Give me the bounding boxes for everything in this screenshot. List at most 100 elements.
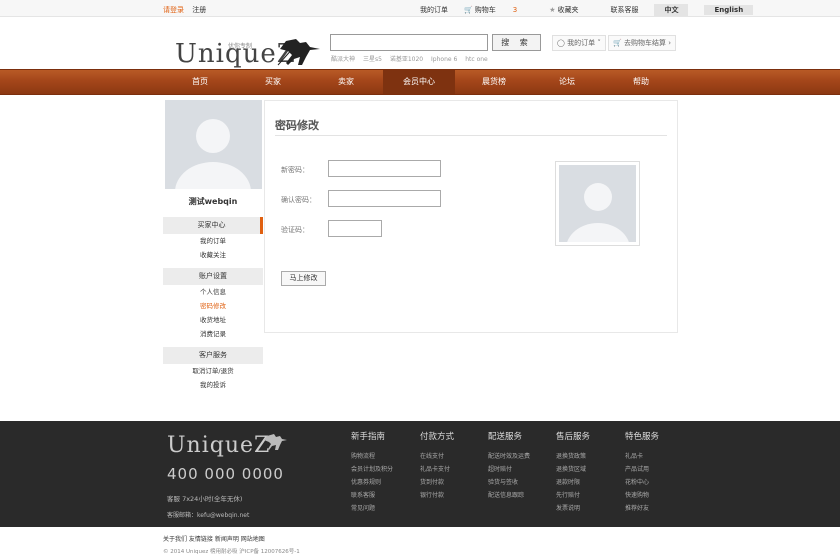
copyright: © 2014 Uniquez 榜用耐必吸 沪ICP备 12007626号-1 — [163, 549, 300, 555]
title-divider — [275, 135, 667, 136]
search-input[interactable] — [330, 34, 488, 51]
sidebar-section-buyer[interactable]: 买家中心 — [163, 217, 263, 234]
bottom-links[interactable]: 关于我们 友情链接 新闻声明 网站地图 — [163, 534, 265, 543]
captcha-label: 验证码： — [281, 226, 309, 234]
sidebar-item-password[interactable]: 密码修改 — [163, 299, 263, 313]
footer-link[interactable]: 超时赔付 — [488, 463, 530, 476]
footer-column-title: 付款方式 — [420, 432, 455, 442]
zorro-figure-icon — [264, 434, 287, 450]
captcha-input[interactable] — [328, 220, 382, 237]
lang-chinese[interactable]: 中文 — [654, 4, 689, 16]
new-password-input[interactable] — [328, 160, 441, 177]
nav-forum[interactable]: 论坛 — [542, 70, 592, 94]
service-phone: 400 000 0000 — [167, 465, 284, 483]
footer-link[interactable]: 货到付款 — [420, 476, 454, 489]
top-favorites-link[interactable]: ★ 收藏夹 — [549, 5, 594, 15]
sidebar-item-my-orders[interactable]: 我的订单 — [163, 234, 263, 248]
top-bar: 请登录 注册 我的订单 🛒 购物车 3 ★ 收藏夹 联系客服 中文 English — [0, 0, 840, 17]
hotword[interactable]: 诺基亚1020 — [390, 56, 423, 63]
footer-link[interactable]: 配送时效及运费 — [488, 450, 530, 463]
footer: UniqueZ 400 000 0000 客服 7x24小时(全年无休) 客服邮… — [0, 421, 840, 527]
footer-column-payment: 付款方式 在线支付 礼品卡支付 货到付款 银行付款 — [420, 430, 454, 502]
logo-tagline: 优你专制 — [228, 43, 253, 50]
confirm-password-input[interactable] — [328, 190, 441, 207]
sidebar-item-spending[interactable]: 消费记录 — [163, 327, 263, 341]
star-icon: ★ — [549, 6, 556, 14]
submit-button[interactable]: 马上修改 — [281, 271, 326, 286]
cart-count: 3 — [512, 6, 518, 14]
footer-column-guide: 新手指南 购物流程 会员计划及积分 优惠券规则 联系客服 常见问题 — [351, 430, 393, 515]
my-order-button[interactable]: ◯ 我的订单 ˅ — [552, 35, 606, 51]
cart-checkout-button[interactable]: 🛒 去购物车结算 › — [608, 35, 676, 51]
service-email: 客服邮箱：kefu@webqin.net — [167, 512, 250, 519]
lang-english[interactable]: English — [704, 5, 754, 15]
sidebar-item-cancel-return[interactable]: 取消订单/退货 — [163, 364, 263, 378]
hotword[interactable]: 三星s5 — [363, 56, 382, 63]
footer-link[interactable]: 常见问题 — [351, 502, 393, 515]
footer-link[interactable]: 银行付款 — [420, 489, 454, 502]
avatar — [165, 100, 262, 189]
nav-home[interactable]: 首页 — [175, 70, 225, 94]
footer-link[interactable]: 发票说明 — [556, 502, 590, 515]
sidebar-section-service[interactable]: 客户服务 — [163, 347, 263, 364]
top-favorites-label: 收藏夹 — [557, 6, 579, 14]
footer-link[interactable]: 退换货区域 — [556, 463, 590, 476]
my-order-label: 我的订单 — [567, 39, 596, 47]
sidebar-item-favorites[interactable]: 收藏关注 — [163, 248, 263, 262]
hot-search-words: 酷派大神 三星s5 诺基亚1020 Iphone 6 htc one — [331, 54, 494, 63]
footer-link[interactable]: 退款时限 — [556, 476, 590, 489]
footer-column-title: 售后服务 — [556, 432, 591, 442]
footer-link[interactable]: 礼品卡 — [625, 450, 659, 463]
cart-icon: 🛒 — [613, 39, 622, 47]
sidebar-section-account[interactable]: 账户设置 — [163, 268, 263, 285]
search-button[interactable]: 搜 索 — [492, 34, 541, 51]
nav-help[interactable]: 帮助 — [616, 70, 666, 94]
footer-logo: UniqueZ — [167, 433, 271, 458]
login-link[interactable]: 请登录 — [163, 6, 184, 14]
footer-column-aftersale: 售后服务 退换货政策 退换货区域 退款时限 先行赔付 发票说明 — [556, 430, 590, 515]
page-title: 密码修改 — [275, 119, 319, 132]
footer-link[interactable]: 花粉中心 — [625, 476, 659, 489]
avatar-placeholder-icon — [175, 119, 251, 189]
nav-member-center[interactable]: 会员中心 — [383, 70, 455, 94]
hotword[interactable]: 酷派大神 — [331, 56, 355, 63]
avatar-placeholder-icon — [567, 183, 629, 242]
footer-link[interactable]: 配送信息跟踪 — [488, 489, 530, 502]
password-change-panel: 密码修改 新密码： 确认密码： 验证码： 马上修改 — [264, 100, 678, 333]
hotword[interactable]: htc one — [465, 56, 488, 63]
top-contact-link[interactable]: 联系客服 — [610, 5, 638, 15]
footer-link[interactable]: 产品试用 — [625, 463, 659, 476]
avatar-preview — [555, 161, 640, 246]
footer-link[interactable]: 快速购物 — [625, 489, 659, 502]
footer-link[interactable]: 先行赔付 — [556, 489, 590, 502]
footer-column-delivery: 配送服务 配送时效及运费 超时赔付 验货与签收 配送信息跟踪 — [488, 430, 530, 502]
footer-link[interactable]: 联系客服 — [351, 489, 393, 502]
sidebar-item-profile[interactable]: 个人信息 — [163, 285, 263, 299]
confirm-password-label: 确认密码： — [281, 196, 316, 204]
footer-column-special: 特色服务 礼品卡 产品试用 花粉中心 快速购物 推荐好友 — [625, 430, 659, 515]
nav-ranking[interactable]: 晨货榜 — [469, 70, 519, 94]
footer-link[interactable]: 会员计划及积分 — [351, 463, 393, 476]
top-my-orders-link[interactable]: 我的订单 — [420, 5, 448, 15]
zorro-figure-icon — [277, 39, 320, 66]
nav-buyer[interactable]: 买家 — [248, 70, 298, 94]
service-hours: 客服 7x24小时(全年无休) — [167, 495, 243, 503]
nav-seller[interactable]: 卖家 — [321, 70, 371, 94]
cart-checkout-label: 去购物车结算 — [623, 39, 666, 47]
footer-link[interactable]: 购物流程 — [351, 450, 393, 463]
cart-icon: 🛒 — [464, 6, 473, 14]
username: 测试webqin — [188, 197, 238, 206]
sidebar-item-address[interactable]: 收货地址 — [163, 313, 263, 327]
footer-link[interactable]: 在线支付 — [420, 450, 454, 463]
register-link[interactable]: 注册 — [192, 6, 206, 14]
top-cart-link[interactable]: 🛒 购物车 3 — [464, 5, 533, 15]
footer-link[interactable]: 优惠券规则 — [351, 476, 393, 489]
sidebar-item-complaints[interactable]: 我的投诉 — [163, 378, 263, 392]
footer-link[interactable]: 推荐好友 — [625, 502, 659, 515]
footer-column-title: 新手指南 — [351, 432, 386, 442]
footer-link[interactable]: 验货与签收 — [488, 476, 530, 489]
hotword[interactable]: Iphone 6 — [431, 56, 457, 63]
footer-link[interactable]: 礼品卡支付 — [420, 463, 454, 476]
footer-link[interactable]: 退换货政策 — [556, 450, 590, 463]
member-sidebar: 测试webqin 买家中心 我的订单 收藏关注 账户设置 个人信息 密码修改 收… — [163, 100, 263, 392]
